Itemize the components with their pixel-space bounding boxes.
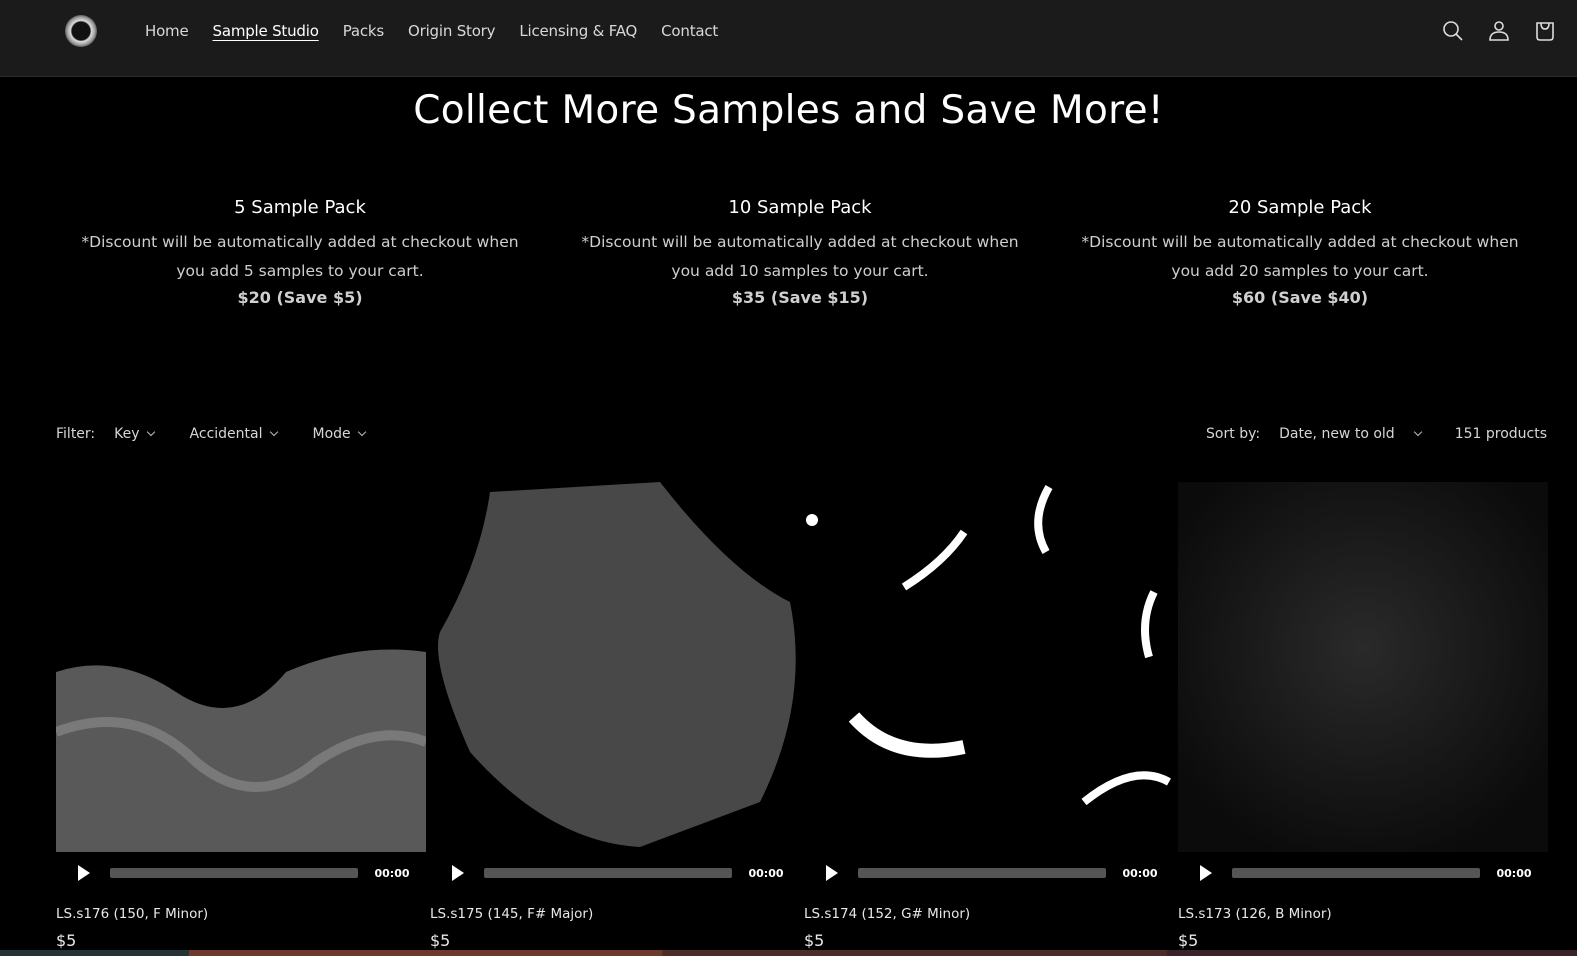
product-price: $5 xyxy=(430,931,451,950)
filter-key-label: Key xyxy=(114,426,140,442)
chevron-down-icon xyxy=(1413,427,1422,437)
pack-offer: 20 Sample Pack *Discount will be automat… xyxy=(1050,197,1550,310)
site-header: Home Sample Studio Packs Origin Story Li… xyxy=(0,0,1577,77)
audio-progress-bar[interactable] xyxy=(1232,868,1480,878)
pack-description: *Discount will be automatically added at… xyxy=(1081,233,1519,280)
filter-mode-label: Mode xyxy=(312,426,351,442)
sort-label: Sort by: xyxy=(1206,426,1261,442)
nav-origin-story[interactable]: Origin Story xyxy=(408,20,496,42)
pack-offers: 5 Sample Pack *Discount will be automati… xyxy=(50,197,1550,310)
pack-title: 20 Sample Pack xyxy=(1228,197,1372,218)
pack-title: 5 Sample Pack xyxy=(234,197,366,218)
product-price: $5 xyxy=(56,931,77,950)
chevron-down-icon xyxy=(269,427,278,437)
audio-time: 00:00 xyxy=(1122,866,1158,880)
main-nav: Home Sample Studio Packs Origin Story Li… xyxy=(145,20,742,42)
nav-home[interactable]: Home xyxy=(145,20,189,42)
product-title[interactable]: LS.s176 (150, F Minor) xyxy=(56,905,426,923)
next-row-preview xyxy=(0,950,1577,956)
filter-label: Filter: xyxy=(56,426,96,442)
product-price: $5 xyxy=(804,931,825,950)
product-artwork[interactable] xyxy=(804,482,1174,852)
chevron-down-icon xyxy=(357,427,366,437)
product-artwork[interactable] xyxy=(56,482,426,852)
pack-offer: 10 Sample Pack *Discount will be automat… xyxy=(550,197,1050,310)
search-icon[interactable] xyxy=(1441,19,1465,43)
product-card[interactable]: 00:00 LS.s175 (145, F# Major) $5 xyxy=(430,482,800,950)
pack-description: *Discount will be automatically added at… xyxy=(581,233,1019,280)
nav-contact[interactable]: Contact xyxy=(661,20,718,42)
filter-bar: Filter: Key Accidental Mode Sort by: Dat… xyxy=(56,426,1547,448)
product-card[interactable]: 00:00 LS.s176 (150, F Minor) $5 xyxy=(56,482,426,950)
product-count: 151 products xyxy=(1454,426,1547,442)
audio-player: 00:00 xyxy=(430,853,800,893)
cart-icon[interactable] xyxy=(1533,19,1557,43)
logo-icon[interactable] xyxy=(65,15,97,47)
filter-mode-dropdown[interactable]: Mode xyxy=(312,426,366,442)
sort-value: Date, new to old xyxy=(1279,426,1395,442)
product-card[interactable]: 00:00 LS.s173 (126, B Minor) $5 xyxy=(1178,482,1548,950)
page-title: Collect More Samples and Save More! xyxy=(413,88,1164,133)
filter-accidental-dropdown[interactable]: Accidental xyxy=(189,426,278,442)
filter-key-dropdown[interactable]: Key xyxy=(114,426,155,442)
account-icon[interactable] xyxy=(1487,19,1511,43)
audio-time: 00:00 xyxy=(374,866,410,880)
audio-progress-bar[interactable] xyxy=(484,868,732,878)
audio-progress-bar[interactable] xyxy=(858,868,1106,878)
pack-description: *Discount will be automatically added at… xyxy=(81,233,519,280)
audio-player: 00:00 xyxy=(1178,853,1548,893)
product-artwork[interactable] xyxy=(430,482,800,852)
product-artwork[interactable] xyxy=(1178,482,1548,852)
pack-price: $35 (Save $15) xyxy=(731,288,869,307)
audio-time: 00:00 xyxy=(1496,866,1532,880)
chevron-down-icon xyxy=(146,427,155,437)
product-card[interactable]: 00:00 LS.s174 (152, G# Minor) $5 xyxy=(804,482,1174,950)
filter-accidental-label: Accidental xyxy=(189,426,263,442)
pack-offer: 5 Sample Pack *Discount will be automati… xyxy=(50,197,550,310)
pack-price: $20 (Save $5) xyxy=(237,288,363,307)
sort-dropdown[interactable]: Date, new to old xyxy=(1279,426,1422,442)
pack-price: $60 (Save $40) xyxy=(1231,288,1369,307)
play-icon[interactable] xyxy=(1200,865,1212,881)
play-icon[interactable] xyxy=(78,865,90,881)
product-title[interactable]: LS.s173 (126, B Minor) xyxy=(1178,905,1548,923)
product-title[interactable]: LS.s174 (152, G# Minor) xyxy=(804,905,1174,923)
pack-title: 10 Sample Pack xyxy=(728,197,872,218)
audio-progress-bar[interactable] xyxy=(110,868,358,878)
play-icon[interactable] xyxy=(452,865,464,881)
play-icon[interactable] xyxy=(826,865,838,881)
nav-sample-studio[interactable]: Sample Studio xyxy=(213,20,319,42)
product-price: $5 xyxy=(1178,931,1199,950)
nav-licensing-faq[interactable]: Licensing & FAQ xyxy=(519,20,637,42)
nav-packs[interactable]: Packs xyxy=(343,20,385,42)
audio-player: 00:00 xyxy=(56,853,426,893)
product-grid: 00:00 LS.s176 (150, F Minor) $5 00:00 LS… xyxy=(56,482,1548,950)
audio-time: 00:00 xyxy=(748,866,784,880)
audio-player: 00:00 xyxy=(804,853,1174,893)
product-title[interactable]: LS.s175 (145, F# Major) xyxy=(430,905,800,923)
